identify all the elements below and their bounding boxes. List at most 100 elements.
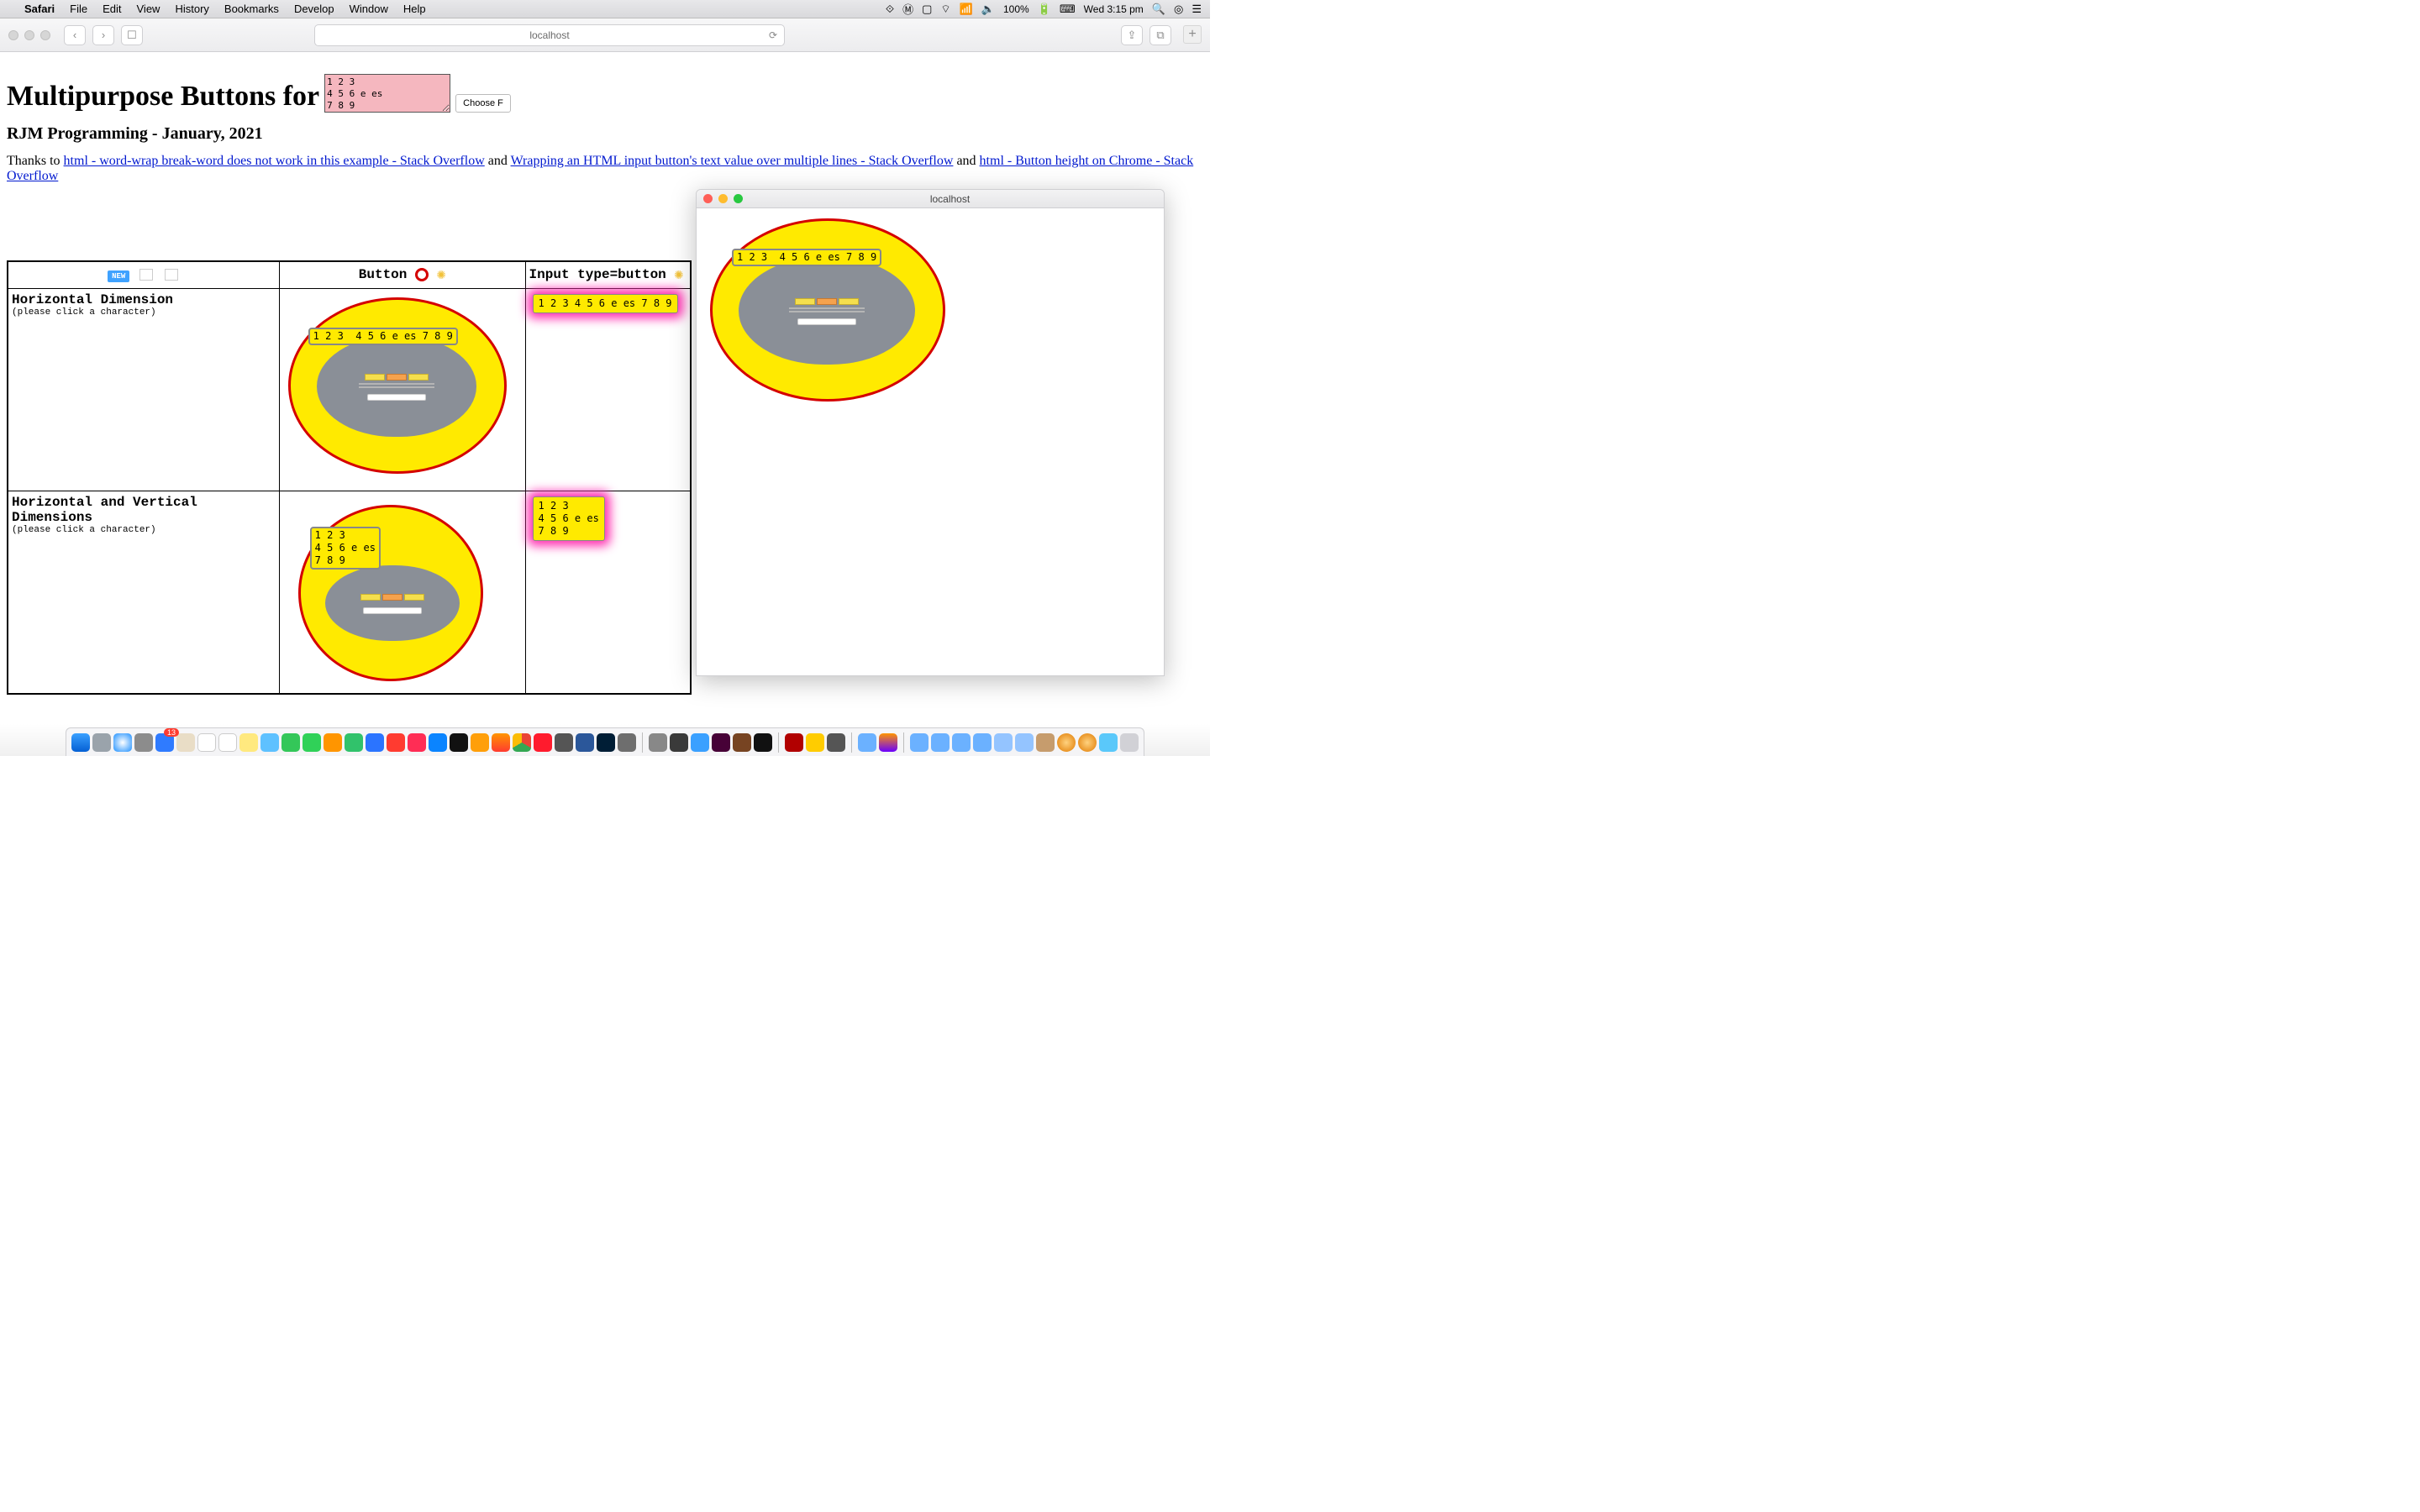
reminders-icon[interactable]: [218, 733, 237, 752]
chrome-icon[interactable]: [513, 733, 531, 752]
terminal-icon[interactable]: [450, 733, 468, 752]
volume-icon[interactable]: 🔈: [981, 3, 995, 16]
numbers-icon[interactable]: [345, 733, 363, 752]
app-icon[interactable]: [670, 733, 688, 752]
battery-icon[interactable]: 🔋: [1038, 3, 1051, 16]
new-tab-button[interactable]: +: [1183, 25, 1202, 44]
choose-file-button[interactable]: Choose F: [455, 94, 511, 113]
filezilla-icon[interactable]: [785, 733, 803, 752]
bluetooth-icon[interactable]: ⌔: [940, 3, 950, 16]
close-window-icon[interactable]: [8, 30, 18, 40]
paintbrush-icon[interactable]: [806, 733, 824, 752]
spotlight-icon[interactable]: 🔍: [1152, 3, 1165, 16]
folder-icon[interactable]: [994, 733, 1013, 752]
contacts-icon[interactable]: [176, 733, 195, 752]
notes-icon[interactable]: [239, 733, 258, 752]
firefox-icon[interactable]: [492, 733, 510, 752]
app-icon[interactable]: [649, 733, 667, 752]
menu-develop[interactable]: Develop: [287, 3, 342, 15]
app-icon[interactable]: [471, 733, 489, 752]
app-icon[interactable]: [1036, 733, 1055, 752]
menu-safari[interactable]: Safari: [17, 3, 62, 15]
tabs-button[interactable]: ⧉: [1150, 25, 1171, 45]
trash-icon[interactable]: [1120, 733, 1139, 752]
address-bar[interactable]: localhost ⟳: [314, 24, 785, 46]
credit-link-2[interactable]: Wrapping an HTML input button's text val…: [511, 154, 954, 168]
keyboard-icon[interactable]: ⌨: [1060, 3, 1076, 16]
reload-icon[interactable]: ⟳: [769, 29, 777, 41]
close-icon[interactable]: [703, 194, 713, 203]
folder-icon[interactable]: [931, 733, 950, 752]
zoom-icon[interactable]: [734, 194, 743, 203]
popup-titlebar[interactable]: localhost: [697, 190, 1164, 208]
menu-file[interactable]: File: [62, 3, 95, 15]
zoom-window-icon[interactable]: [40, 30, 50, 40]
menu-view[interactable]: View: [129, 3, 168, 15]
minimize-window-icon[interactable]: [24, 30, 34, 40]
facetime-icon[interactable]: [302, 733, 321, 752]
app-icon[interactable]: [618, 733, 636, 752]
record-icon[interactable]: [415, 268, 429, 281]
emoji-icon[interactable]: [165, 269, 178, 281]
folder-icon[interactable]: [858, 733, 876, 752]
notification-center-icon[interactable]: ☰: [1192, 3, 1202, 16]
back-button[interactable]: ‹: [64, 25, 86, 45]
messages-icon[interactable]: [281, 733, 300, 752]
opera-icon[interactable]: [534, 733, 552, 752]
menubar-clock[interactable]: Wed 3:15 pm: [1084, 3, 1144, 15]
app-icon[interactable]: [754, 733, 772, 752]
mamp-icon[interactable]: [555, 733, 573, 752]
calendar-icon[interactable]: [197, 733, 216, 752]
popup-window[interactable]: localhost 1 2 3 4 5 6 e es 7 8 9: [696, 189, 1165, 676]
firefox-icon[interactable]: [879, 733, 897, 752]
launchpad-icon[interactable]: [92, 733, 111, 752]
sparkle-icon[interactable]: ✺: [674, 267, 683, 284]
app-icon[interactable]: [1099, 733, 1118, 752]
demo-button-2[interactable]: 1 2 3 4 5 6 e es 7 8 9: [310, 527, 381, 570]
app-icon[interactable]: [1057, 733, 1076, 752]
xd-icon[interactable]: [712, 733, 730, 752]
demo-input-button-1[interactable]: 1 2 3 4 5 6 e es 7 8 9: [533, 294, 678, 313]
menu-help[interactable]: Help: [396, 3, 434, 15]
folder-icon[interactable]: [952, 733, 971, 752]
photoshop-icon[interactable]: [597, 733, 615, 752]
siri-icon[interactable]: ◎: [1174, 3, 1183, 16]
title-textarea[interactable]: [324, 74, 450, 113]
sidebar-button[interactable]: ☐: [121, 25, 143, 45]
pages-icon[interactable]: [324, 733, 342, 752]
menu-history[interactable]: History: [167, 3, 216, 15]
app-icon[interactable]: [691, 733, 709, 752]
folder-icon[interactable]: [973, 733, 992, 752]
demo-input-button-2[interactable]: 1 2 3 4 5 6 e es 7 8 9: [533, 496, 605, 541]
demo-button-1[interactable]: 1 2 3 4 5 6 e es 7 8 9: [308, 328, 458, 345]
new-badge[interactable]: NEW: [108, 270, 129, 282]
sparkle-icon[interactable]: ✺: [437, 267, 446, 284]
app-icon[interactable]: [387, 733, 405, 752]
airplay-icon[interactable]: ▢: [922, 3, 932, 16]
status-icon[interactable]: ⟐: [886, 3, 894, 16]
app-icon[interactable]: [1078, 733, 1097, 752]
menu-window[interactable]: Window: [342, 3, 396, 15]
folder-icon[interactable]: [910, 733, 929, 752]
itunes-icon[interactable]: [408, 733, 426, 752]
keynote-icon[interactable]: [366, 733, 384, 752]
minimize-icon[interactable]: [718, 194, 728, 203]
app-icon[interactable]: [827, 733, 845, 752]
emoji-icon[interactable]: [139, 269, 153, 281]
popup-demo-button[interactable]: 1 2 3 4 5 6 e es 7 8 9: [732, 249, 881, 266]
folder-icon[interactable]: [1015, 733, 1034, 752]
menu-bookmarks[interactable]: Bookmarks: [217, 3, 287, 15]
safari-icon[interactable]: [113, 733, 132, 752]
word-icon[interactable]: [576, 733, 594, 752]
app-icon[interactable]: [733, 733, 751, 752]
share-button[interactable]: ⇪: [1121, 25, 1143, 45]
appstore-icon[interactable]: [429, 733, 447, 752]
menu-edit[interactable]: Edit: [95, 3, 129, 15]
wifi-icon[interactable]: 📶: [960, 3, 973, 16]
forward-button[interactable]: ›: [92, 25, 114, 45]
automator-icon[interactable]: [134, 733, 153, 752]
finder-icon[interactable]: [71, 733, 90, 752]
status-icon[interactable]: Ⓜ: [902, 1, 913, 17]
credit-link-1[interactable]: html - word-wrap break-word does not wor…: [64, 154, 485, 168]
mail-icon[interactable]: 13: [155, 733, 174, 752]
